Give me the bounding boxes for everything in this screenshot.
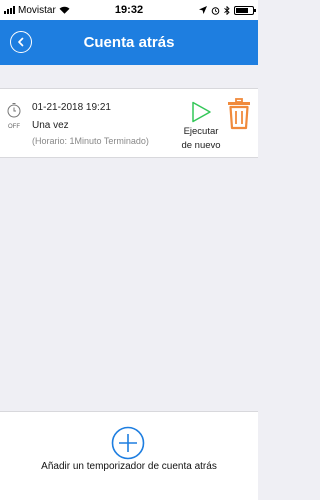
delete-timer-button[interactable] xyxy=(227,98,251,135)
timer-enable-switch[interactable]: OFF xyxy=(5,102,23,130)
status-bar: Movistar 19:32 xyxy=(0,0,258,20)
alarm-icon xyxy=(211,6,220,15)
switch-state-label: OFF xyxy=(8,124,20,130)
timer-schedule: (Horario: 1Minuto Terminado) xyxy=(32,136,149,146)
trash-icon xyxy=(228,98,250,130)
stopwatch-icon xyxy=(7,103,21,118)
footer-bar: Añadir un temporizador de cuenta atrás xyxy=(0,411,258,500)
chevron-left-icon xyxy=(18,37,24,47)
back-button[interactable] xyxy=(10,31,32,53)
plus-circle-icon[interactable] xyxy=(111,426,145,460)
battery-icon xyxy=(234,5,256,15)
run-again-button[interactable]: Ejecutar de nuevo xyxy=(178,101,224,153)
carrier-name: Movistar xyxy=(18,4,56,16)
wifi-icon xyxy=(59,6,70,14)
play-icon xyxy=(192,101,211,123)
run-again-label-line2: de nuevo xyxy=(181,140,221,151)
bluetooth-icon xyxy=(224,5,230,15)
signal-icon xyxy=(4,6,15,14)
run-again-label-line1: Ejecutar xyxy=(183,126,219,137)
status-time: 19:32 xyxy=(114,4,144,16)
location-icon xyxy=(199,6,207,14)
navigation-bar: Cuenta atrás xyxy=(0,20,258,65)
page-title: Cuenta atrás xyxy=(83,34,175,51)
timer-repeat: Una vez xyxy=(32,120,69,131)
add-timer-button[interactable]: Añadir un temporizador de cuenta atrás xyxy=(0,461,258,472)
timer-date: 01-21-2018 19:21 xyxy=(32,102,111,113)
